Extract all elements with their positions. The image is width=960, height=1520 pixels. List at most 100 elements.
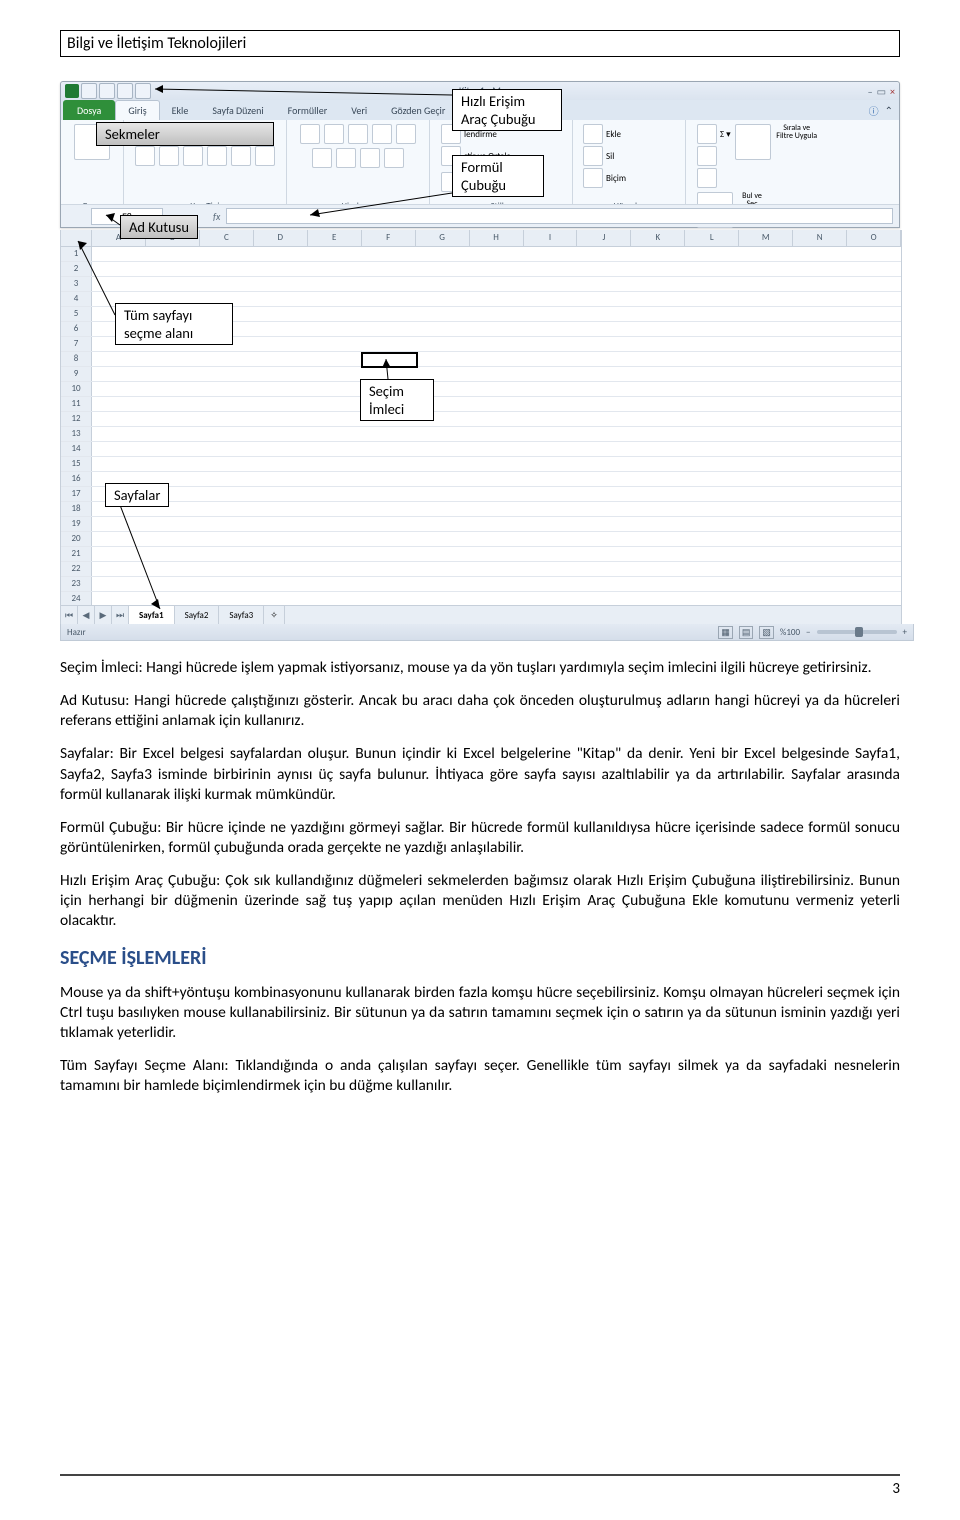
maximize-icon[interactable]: ▭	[877, 85, 886, 98]
row-2[interactable]: 2	[61, 262, 92, 276]
clear-button[interactable]	[697, 168, 717, 188]
tab-insert[interactable]: Ekle	[160, 100, 201, 120]
row-15[interactable]: 15	[61, 457, 92, 471]
col-i[interactable]: I	[524, 230, 578, 246]
select-all-corner[interactable]	[61, 230, 92, 246]
col-m[interactable]: M	[739, 230, 793, 246]
row-12[interactable]: 12	[61, 412, 92, 426]
col-h[interactable]: H	[470, 230, 524, 246]
row-10[interactable]: 10	[61, 382, 92, 396]
align-center-button[interactable]	[312, 148, 332, 168]
row-18[interactable]: 18	[61, 502, 92, 516]
align-top-button[interactable]	[300, 124, 320, 144]
format-cells-label: Biçim	[606, 173, 626, 184]
qat-undo-icon[interactable]	[99, 83, 115, 99]
align-left-button[interactable]	[396, 124, 416, 144]
format-cells-button[interactable]	[583, 168, 603, 188]
col-k[interactable]: K	[631, 230, 685, 246]
row-16[interactable]: 16	[61, 472, 92, 486]
border-button[interactable]	[207, 146, 227, 166]
col-o[interactable]: O	[847, 230, 901, 246]
sheet-tab-3[interactable]: Sayfa3	[219, 606, 264, 624]
tab-data[interactable]: Veri	[339, 100, 379, 120]
row-17[interactable]: 17	[61, 487, 92, 501]
qat-save-icon[interactable]	[81, 83, 97, 99]
qat-customize-icon[interactable]	[135, 83, 151, 99]
tab-page-layout[interactable]: Sayfa Düzeni	[200, 100, 275, 120]
group-cells: Ekle Sil Biçim Hücreler	[573, 120, 686, 213]
font-color-button[interactable]	[255, 146, 275, 166]
qat-redo-icon[interactable]	[117, 83, 133, 99]
tab-home[interactable]: Giriş	[115, 100, 159, 120]
sheet-tab-1[interactable]: Sayfa1	[129, 606, 175, 624]
view-normal-icon[interactable]: ▦	[718, 626, 733, 639]
row-3[interactable]: 3	[61, 277, 92, 291]
zoom-slider[interactable]	[817, 630, 897, 634]
callout-secim-line2: İmleci	[369, 400, 404, 418]
zoom-in-button[interactable]: +	[903, 627, 907, 638]
sheet-nav-last-icon[interactable]: ⏭	[112, 606, 129, 624]
row-8[interactable]: 8	[61, 352, 92, 366]
col-n[interactable]: N	[793, 230, 847, 246]
status-text: Hazır	[67, 627, 86, 638]
underline-button[interactable]	[183, 146, 203, 166]
orientation-button[interactable]	[372, 124, 392, 144]
tab-file[interactable]: Dosya	[63, 100, 115, 120]
bold-button[interactable]	[135, 146, 155, 166]
italic-button[interactable]	[159, 146, 179, 166]
row-7[interactable]: 7	[61, 337, 92, 351]
col-l[interactable]: L	[685, 230, 739, 246]
align-middle-button[interactable]	[324, 124, 344, 144]
worksheet-grid[interactable]: 1 2 3 4 5 6 7 8 9 10 11 12 13 14 15 16 1…	[60, 247, 902, 605]
increase-indent-button[interactable]	[384, 148, 404, 168]
fill-color-button[interactable]	[231, 146, 251, 166]
sheet-nav-first-icon[interactable]: ⏮	[61, 606, 78, 624]
fill-button[interactable]	[697, 146, 717, 166]
row-5[interactable]: 5	[61, 307, 92, 321]
decrease-indent-button[interactable]	[360, 148, 380, 168]
sheet-nav-next-icon[interactable]: ▶	[95, 606, 112, 624]
ribbon-help-icon[interactable]: ⓘ	[869, 103, 879, 118]
row-14[interactable]: 14	[61, 442, 92, 456]
view-pagelayout-icon[interactable]: ▤	[739, 626, 754, 639]
row-23[interactable]: 23	[61, 577, 92, 591]
row-1[interactable]: 1	[61, 247, 92, 261]
row-21[interactable]: 21	[61, 547, 92, 561]
fx-icon[interactable]: fx	[213, 210, 220, 223]
page-number: 3	[892, 1480, 900, 1498]
autosum-button[interactable]	[697, 124, 717, 144]
callout-hizli-line2: Araç Çubuğu	[461, 110, 536, 128]
zoom-out-button[interactable]: −	[806, 627, 810, 638]
col-j[interactable]: J	[577, 230, 631, 246]
paragraph-formul-cubugu: Formül Çubuğu: Bir hücre içinde ne yazdı…	[60, 818, 900, 858]
row-11[interactable]: 11	[61, 397, 92, 411]
row-6[interactable]: 6	[61, 322, 92, 336]
col-g[interactable]: G	[416, 230, 470, 246]
row-19[interactable]: 19	[61, 517, 92, 531]
col-e[interactable]: E	[308, 230, 362, 246]
new-sheet-button[interactable]: ✧	[264, 606, 285, 624]
minimize-icon[interactable]: –	[868, 85, 873, 98]
row-13[interactable]: 13	[61, 427, 92, 441]
row-24[interactable]: 24	[61, 592, 92, 606]
row-20[interactable]: 20	[61, 532, 92, 546]
row-9[interactable]: 9	[61, 367, 92, 381]
align-right-button[interactable]	[336, 148, 356, 168]
tab-review[interactable]: Gözden Geçir	[379, 100, 457, 120]
col-c[interactable]: C	[200, 230, 254, 246]
row-4[interactable]: 4	[61, 292, 92, 306]
row-22[interactable]: 22	[61, 562, 92, 576]
view-pagebreak-icon[interactable]: ▧	[759, 626, 774, 639]
sheet-tab-2[interactable]: Sayfa2	[175, 606, 220, 624]
align-bottom-button[interactable]	[348, 124, 368, 144]
col-f[interactable]: F	[362, 230, 416, 246]
col-d[interactable]: D	[254, 230, 308, 246]
delete-cells-button[interactable]	[583, 146, 603, 166]
sort-filter-button[interactable]	[735, 124, 771, 160]
close-icon[interactable]: ×	[890, 85, 895, 98]
ribbon-min-icon[interactable]: ⌃	[885, 104, 893, 117]
formula-bar[interactable]	[226, 208, 893, 224]
sheet-nav-prev-icon[interactable]: ◀	[78, 606, 95, 624]
tab-formulas[interactable]: Formüller	[276, 100, 340, 120]
insert-cells-button[interactable]	[583, 124, 603, 144]
